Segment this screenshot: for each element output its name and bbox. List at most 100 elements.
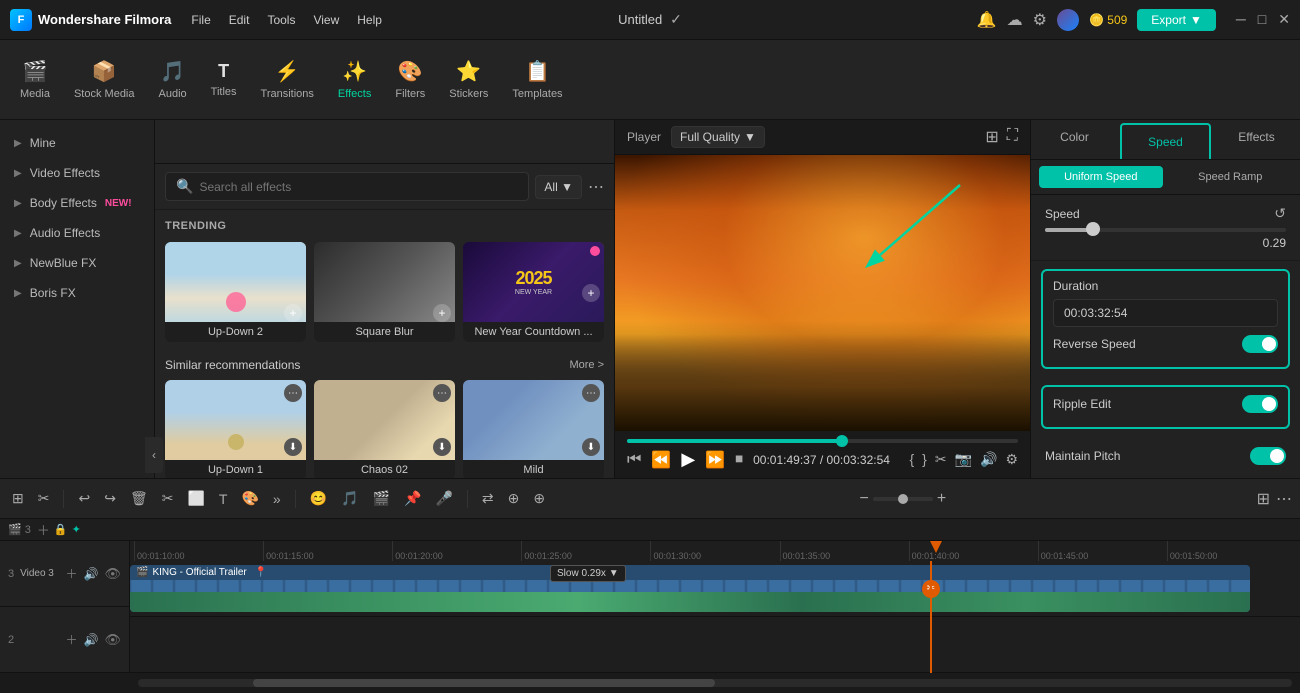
text-icon[interactable]: T bbox=[215, 487, 232, 511]
multi-select-icon[interactable]: ⊞ bbox=[8, 486, 28, 511]
duration-value[interactable]: 00:03:32:54 bbox=[1053, 299, 1278, 327]
add-track-icon[interactable]: ＋ bbox=[37, 520, 50, 539]
undo-icon[interactable]: ↩ bbox=[74, 486, 94, 511]
sidebar-item-audio-effects[interactable]: ▶ Audio Effects bbox=[0, 218, 154, 248]
sidebar-item-newblue[interactable]: ▶ NewBlue FX bbox=[0, 248, 154, 278]
clip-icon[interactable]: ✂ bbox=[935, 451, 947, 468]
quality-dropdown[interactable]: Full Quality ▼ bbox=[671, 126, 765, 148]
blade-icon[interactable]: ✂ bbox=[34, 486, 54, 511]
zoom-slider[interactable] bbox=[873, 497, 933, 501]
tab-effects[interactable]: Effects bbox=[1213, 120, 1300, 159]
eye-icon[interactable]: 👁 bbox=[104, 632, 121, 648]
play-button[interactable]: ▶ bbox=[681, 449, 695, 470]
menu-help[interactable]: Help bbox=[357, 13, 382, 27]
more-icon[interactable]: ⋯ bbox=[1276, 489, 1292, 509]
maximize-button[interactable]: □ bbox=[1258, 11, 1266, 28]
camera-icon[interactable]: 📷 bbox=[955, 451, 972, 468]
menu-view[interactable]: View bbox=[313, 13, 339, 27]
redo-icon[interactable]: ↪ bbox=[100, 486, 120, 511]
subtab-uniform-speed[interactable]: Uniform Speed bbox=[1039, 166, 1163, 188]
magic-wand-icon[interactable]: ✦ bbox=[72, 523, 81, 536]
tool-titles[interactable]: T Titles bbox=[201, 55, 247, 104]
menu-tools[interactable]: Tools bbox=[267, 13, 295, 27]
progress-thumb[interactable] bbox=[836, 435, 848, 447]
audio2-icon[interactable]: 🎵 bbox=[337, 486, 362, 511]
settings2-icon[interactable]: ⚙ bbox=[1005, 451, 1018, 468]
add-media-icon[interactable]: ＋ bbox=[66, 565, 78, 582]
merge-icon[interactable]: ⊕ bbox=[504, 486, 524, 511]
cut-icon[interactable]: ✂ bbox=[158, 486, 178, 511]
skip-back-icon[interactable]: ⏮ bbox=[627, 451, 641, 469]
emoji-icon[interactable]: 😊 bbox=[306, 486, 331, 511]
zoom-in-icon[interactable]: ⊕ bbox=[529, 486, 549, 511]
audio-mute-icon[interactable]: 🔊 bbox=[84, 567, 99, 581]
export-button[interactable]: Export ▼ bbox=[1137, 9, 1216, 31]
scrollbar-thumb[interactable] bbox=[253, 679, 715, 687]
horizontal-scrollbar[interactable] bbox=[138, 679, 1292, 687]
fullscreen-icon[interactable]: ⛶ bbox=[1007, 127, 1018, 147]
cloud-icon[interactable]: ☁ bbox=[1007, 10, 1023, 30]
add-media-icon[interactable]: ＋ bbox=[66, 631, 78, 648]
effect-card-newyear[interactable]: 2025 NEW YEAR + New Year Countdown ... bbox=[463, 242, 604, 342]
tool-audio[interactable]: 🎵 Audio bbox=[149, 53, 197, 106]
effect-card-mild[interactable]: ⋯ ⬇ Mild bbox=[463, 380, 604, 478]
delete-icon[interactable]: 🗑 bbox=[126, 486, 152, 511]
settings-icon[interactable]: ⚙ bbox=[1033, 10, 1047, 30]
crop-icon[interactable]: ⬜ bbox=[183, 486, 208, 511]
tab-speed[interactable]: Speed bbox=[1120, 123, 1211, 159]
tool-stickers[interactable]: ⭐ Stickers bbox=[439, 53, 498, 106]
speed-slider[interactable]: 0.29 bbox=[1045, 228, 1286, 250]
reset-speed-icon[interactable]: ↺ bbox=[1274, 205, 1286, 222]
tool-media[interactable]: 🎬 Media bbox=[10, 53, 60, 106]
grid-icon[interactable]: ⊞ bbox=[1257, 489, 1270, 509]
stop-icon[interactable]: ⏹ bbox=[735, 451, 743, 469]
sidebar-item-borisfx[interactable]: ▶ Boris FX bbox=[0, 278, 154, 308]
clip-icon[interactable]: 🎬 bbox=[369, 486, 394, 511]
step-back-icon[interactable]: ⏪ bbox=[651, 450, 671, 470]
audio-mute-icon[interactable]: 🔊 bbox=[84, 633, 99, 647]
ripple-edit-toggle[interactable] bbox=[1242, 395, 1278, 413]
close-button[interactable]: ✕ bbox=[1278, 11, 1290, 28]
notification-icon[interactable]: 🔔 bbox=[977, 10, 997, 30]
progress-bar[interactable] bbox=[627, 439, 1018, 443]
search-input[interactable] bbox=[199, 180, 518, 194]
tool-transitions[interactable]: ⚡ Transitions bbox=[251, 53, 324, 106]
mic-icon[interactable]: 🎤 bbox=[431, 486, 456, 511]
more-tools-icon[interactable]: » bbox=[269, 487, 285, 511]
sidebar-item-body-effects[interactable]: ▶ Body Effects NEW! bbox=[0, 188, 154, 218]
step-forward-icon[interactable]: ⏩ bbox=[705, 450, 725, 470]
add-effect-icon[interactable]: + bbox=[433, 304, 451, 322]
split-icon[interactable]: ⇄ bbox=[478, 486, 498, 511]
lock-icon[interactable]: 🔒 bbox=[54, 523, 68, 536]
sidebar-item-video-effects[interactable]: ▶ Video Effects bbox=[0, 158, 154, 188]
maintain-pitch-toggle[interactable] bbox=[1250, 447, 1286, 465]
tool-stock[interactable]: 📦 Stock Media bbox=[64, 53, 145, 106]
effect-card-chaos[interactable]: ⋯ ⬇ Chaos 02 bbox=[314, 380, 455, 478]
sidebar-collapse-btn[interactable]: ‹ bbox=[145, 437, 163, 473]
zoom-in-icon[interactable]: + bbox=[937, 490, 946, 508]
pin-icon[interactable]: 📌 bbox=[400, 486, 425, 511]
grid-view-icon[interactable]: ⊞ bbox=[985, 127, 998, 147]
mark-in-icon[interactable]: { bbox=[909, 451, 914, 468]
subtab-speed-ramp[interactable]: Speed Ramp bbox=[1169, 166, 1293, 188]
reverse-speed-toggle[interactable] bbox=[1242, 335, 1278, 353]
effect-card-updown1[interactable]: ⋯ ⬇ Up-Down 1 bbox=[165, 380, 306, 478]
sidebar-item-mine[interactable]: ▶ Mine bbox=[0, 128, 154, 158]
video-clip[interactable]: 🎬 KING - Official Trailer 📍 bbox=[130, 565, 1250, 612]
minimize-button[interactable]: ─ bbox=[1236, 11, 1246, 28]
effect-card-squareblur[interactable]: + Square Blur bbox=[314, 242, 455, 342]
eye-icon[interactable]: 👁 bbox=[104, 566, 121, 582]
mark-out-icon[interactable]: } bbox=[922, 451, 927, 468]
menu-file[interactable]: File bbox=[191, 13, 210, 27]
filter-dropdown[interactable]: All ▼ bbox=[535, 175, 582, 199]
tool-effects[interactable]: ✨ Effects bbox=[328, 53, 381, 106]
more-options-icon[interactable]: ⋯ bbox=[588, 177, 604, 197]
color-grade-icon[interactable]: 🎨 bbox=[237, 486, 262, 511]
effect-card-updown2[interactable]: + Up-Down 2 bbox=[165, 242, 306, 342]
add-effect-icon[interactable]: + bbox=[284, 304, 302, 322]
zoom-out-icon[interactable]: − bbox=[859, 490, 868, 508]
menu-edit[interactable]: Edit bbox=[229, 13, 250, 27]
tab-color[interactable]: Color bbox=[1031, 120, 1118, 159]
add-effect-icon[interactable]: + bbox=[582, 284, 600, 302]
more-link[interactable]: More > bbox=[569, 359, 604, 371]
